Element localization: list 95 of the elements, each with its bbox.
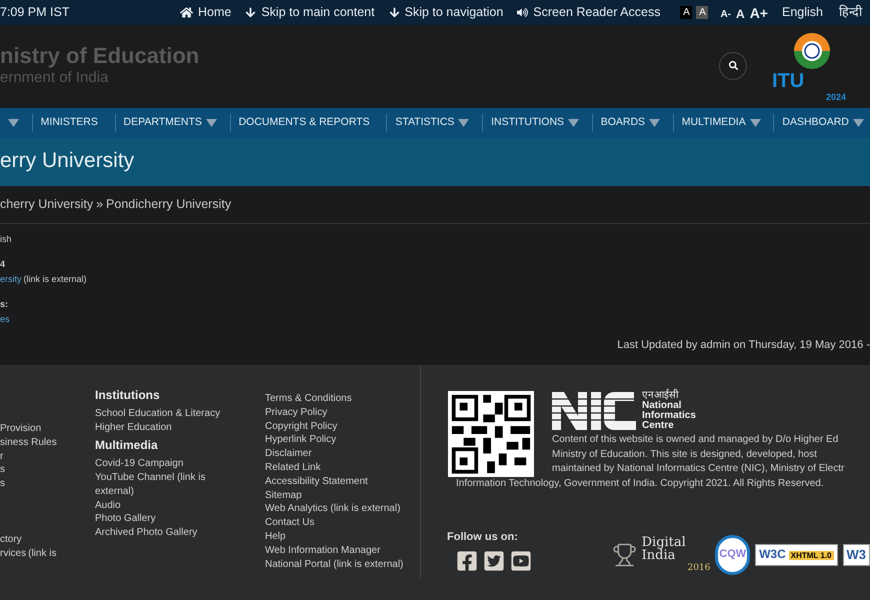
breadcrumb-link[interactable]: cherry University (0, 195, 94, 214)
down-arrow-icon (245, 7, 256, 18)
footer-heading: Multimedia (95, 439, 159, 454)
caret-icon (458, 119, 470, 127)
footer-link[interactable]: YouTube Channel (link is external) (95, 470, 245, 499)
w3c-badge[interactable]: W3 (842, 544, 870, 566)
footer-link[interactable]: Help (265, 530, 405, 544)
footer-link[interactable]: Sitemap (265, 488, 405, 502)
logo-text: ITU (772, 70, 804, 92)
footer-link[interactable]: Higher Education (95, 420, 245, 434)
footer-link[interactable]: Web Analytics (link is external) (265, 502, 405, 516)
nic-logo-icon (552, 391, 638, 431)
caret-icon (206, 119, 217, 127)
facebook-icon[interactable] (456, 550, 478, 572)
contrast-button[interactable]: A (680, 6, 692, 19)
clock-text: 7:09 PM IST (0, 4, 70, 22)
footer-link[interactable]: Disclaimer (265, 447, 405, 461)
footer-link[interactable]: Audio (95, 498, 245, 512)
footer-link[interactable]: siness Rules (0, 436, 95, 450)
nic-name-text: Centre (642, 421, 675, 431)
footer-link[interactable]: ctory (0, 532, 95, 547)
footer-link[interactable]: s (0, 463, 95, 478)
last-updated-text: Last Updated by admin on Thursday, 19 May 2016 - (617, 338, 870, 352)
youtube-icon[interactable] (510, 550, 532, 572)
home-icon (180, 6, 193, 19)
nic-hindi-text: एनआईसी (642, 391, 679, 401)
footer-link[interactable]: National Portal (link is external) (265, 558, 405, 572)
nav-item[interactable]: MULTIMEDIA (682, 115, 750, 131)
breadcrumb-link[interactable]: Pondicherry University (106, 195, 232, 214)
top-link[interactable]: Screen Reader Access (517, 3, 660, 22)
caret-icon (649, 119, 660, 127)
footer-notice-line: Content of this website is owned and managed by D/o Higher Ed (551, 433, 840, 447)
language-link[interactable]: English (782, 3, 823, 22)
emblem-icon (793, 32, 831, 70)
footer-notice-line: Information Technology, Government of India. Copyright 2021. All Rights Reserved. (455, 476, 825, 490)
top-link[interactable]: Skip to main content (245, 3, 375, 22)
top-link[interactable]: Skip to navigation (388, 3, 504, 22)
font-size-button[interactable]: A+ (750, 6, 768, 20)
external-link-note: (link is external) (24, 274, 87, 285)
field-label: s: (0, 299, 10, 310)
top-link[interactable]: Home (180, 3, 232, 22)
site-subtitle: ernment of India (0, 68, 110, 86)
font-size-button[interactable]: A- (720, 10, 732, 20)
nav-item[interactable]: INSTITUTIONS (491, 115, 568, 131)
contrast-button[interactable]: A (696, 6, 708, 19)
caret-icon (568, 119, 580, 127)
speaker-icon (517, 7, 528, 18)
footer-link[interactable]: r (0, 450, 95, 464)
nav-item[interactable]: MINISTERS (40, 115, 106, 131)
breadcrumb-separator: » (96, 196, 104, 214)
nav-item[interactable]: DOCUMENTS & REPORTS (238, 115, 378, 131)
footer-link[interactable]: Covid-19 Campaign (95, 457, 245, 471)
nic-name-text: Informatics (642, 411, 696, 421)
footer-link[interactable]: Terms & Conditions (265, 392, 405, 406)
content-link[interactable]: ersity (0, 274, 22, 285)
down-arrow-icon (388, 7, 400, 18)
nav-item[interactable]: STATISTICS (395, 115, 458, 131)
logo-year: 2024 (826, 92, 846, 102)
footer-link[interactable]: Accessibility Statement (265, 474, 405, 489)
content-link[interactable]: es (0, 314, 10, 325)
footer-link[interactable]: Copyright Policy (265, 420, 405, 434)
footer-link[interactable]: Related Link (265, 460, 405, 475)
footer-heading: Institutions (95, 389, 161, 403)
footer-notice-line: Ministry of Education. This site is designed, developed, host (551, 448, 818, 462)
twitter-icon[interactable] (483, 550, 505, 572)
footer-link[interactable]: Archived Photo Gallery (95, 526, 245, 540)
caret-icon (852, 119, 864, 127)
font-size-button[interactable]: A (736, 8, 745, 20)
w3c-badge[interactable]: W3C XHTML 1.0 (755, 544, 838, 566)
nic-name-text: National (642, 401, 682, 411)
footer-link[interactable]: s (0, 477, 95, 491)
nav-item[interactable]: DEPARTMENTS (124, 115, 206, 131)
footer-notice-line: maintained by National Informatics Centre (NIC), Ministry of Electr (551, 462, 846, 476)
search-icon (728, 61, 738, 70)
field-value: ish (0, 234, 13, 245)
page-title: erry University (0, 148, 134, 174)
field-label: 4 (0, 259, 6, 270)
footer-link[interactable]: Photo Gallery (95, 512, 245, 526)
caret-icon (750, 119, 761, 127)
site-title: nistry of Education (0, 42, 200, 68)
footer-link[interactable]: Contact Us (265, 516, 405, 530)
footer-link[interactable]: School Education & Literacy (95, 406, 245, 421)
language-link[interactable]: हिन्दी (838, 3, 862, 22)
nav-item[interactable]: BOARDS (600, 115, 650, 131)
caret-icon (8, 119, 19, 127)
search-button[interactable] (719, 52, 747, 80)
follow-us-label: Follow us on: (447, 531, 519, 545)
nav-item[interactable]: DASHBOARD (782, 115, 853, 131)
footer-link[interactable]: Hyperlink Policy (265, 433, 405, 448)
footer-link[interactable]: Web Information Manager (265, 544, 405, 558)
footer-link[interactable]: Provision (0, 422, 95, 436)
digital-india-badge[interactable]: Digital India 2016 (642, 536, 710, 574)
footer-link[interactable]: Privacy Policy (265, 406, 405, 420)
footer-link[interactable]: rvices (link is (0, 546, 95, 561)
qr-code-icon (447, 391, 535, 477)
